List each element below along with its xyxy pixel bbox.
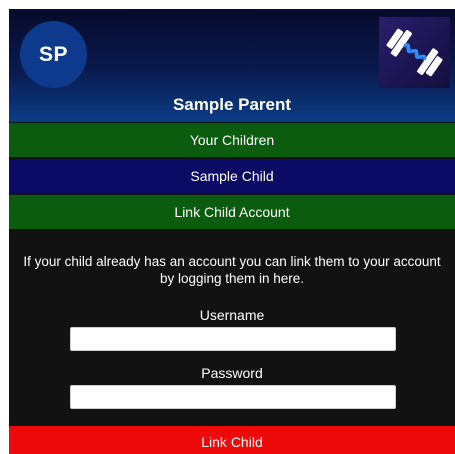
nav-your-children[interactable]: Your Children [9, 123, 455, 157]
profile-header: SP Sample Parent [9, 9, 455, 122]
dumbbell-icon [386, 28, 443, 77]
avatar: SP [20, 21, 87, 88]
password-label: Password [201, 365, 263, 381]
app-window: SP Sample Parent Your Children Sample Ch… [9, 9, 455, 454]
link-child-panel: If your child already has an account you… [9, 230, 455, 454]
parent-name: Sample Parent [172, 95, 292, 114]
link-child-button[interactable]: Link Child [9, 426, 455, 454]
app-logo [379, 17, 450, 88]
username-label: Username [199, 307, 265, 323]
nav-link-child-account[interactable]: Link Child Account [9, 195, 455, 229]
avatar-initials: SP [38, 42, 68, 66]
link-instructions: If your child already has an account you… [23, 254, 441, 286]
password-field[interactable] [70, 385, 396, 409]
nav-sample-child[interactable]: Sample Child [9, 159, 455, 193]
username-field[interactable] [70, 327, 396, 351]
